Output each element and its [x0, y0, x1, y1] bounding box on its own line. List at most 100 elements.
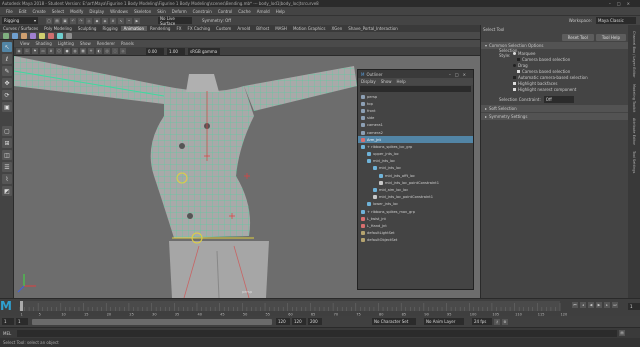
menu-control[interactable]: Control	[218, 9, 232, 14]
viewport-menu-lighting[interactable]: Lighting	[58, 41, 74, 46]
snap-grid-icon[interactable]: #	[110, 17, 116, 24]
image-plane-icon[interactable]: ▭	[40, 48, 46, 54]
menu-select[interactable]: Select	[52, 9, 64, 14]
current-frame-field[interactable]: 1	[628, 303, 640, 310]
outliner-item[interactable]: + ribbons_spikes_mov_grp	[358, 208, 473, 215]
menu-arnold[interactable]: Arnold	[257, 9, 270, 14]
outliner-item[interactable]: mid_aim_loc_loc	[358, 186, 473, 193]
menu-modify[interactable]: Modify	[70, 9, 83, 14]
step-back-icon[interactable]: ◂	[580, 302, 586, 308]
live-surface-field[interactable]: No Live Surface	[158, 16, 192, 26]
anim-start-field[interactable]: 1	[2, 318, 14, 325]
go-to-end-icon[interactable]: ⏭	[612, 302, 618, 308]
keyframe-icon[interactable]	[3, 32, 9, 39]
menu-constrain[interactable]: Constrain	[193, 9, 212, 14]
shelf-tab[interactable]: Sculpting	[75, 26, 100, 31]
viewport-menu-view[interactable]: View	[20, 41, 30, 46]
anim-end-field[interactable]: 120	[292, 318, 306, 325]
viewport-menu-renderer[interactable]: Renderer	[97, 41, 115, 46]
viewport-menu-panels[interactable]: Panels	[121, 41, 134, 46]
hypershade-layout-icon[interactable]: ◩	[2, 186, 12, 196]
viewport-menu-show[interactable]: Show	[80, 41, 91, 46]
menu-deform[interactable]: Deform	[172, 9, 187, 14]
grid-icon[interactable]: #	[48, 48, 54, 54]
side-tab[interactable]: Channel Box / Layer Editor	[632, 31, 636, 78]
textured-icon[interactable]: ▦	[80, 48, 86, 54]
outliner-item[interactable]: + ribbons_spikes_loc_grp	[358, 143, 473, 150]
new-scene-icon[interactable]: ▢	[46, 17, 52, 24]
shelf-tab[interactable]: Poly Modeling	[41, 26, 75, 31]
command-language-label[interactable]: MEL	[3, 331, 17, 336]
menu-file[interactable]: File	[6, 9, 13, 14]
selection-option-checkbox[interactable]: Highlight nearest component	[505, 86, 628, 92]
window-controls[interactable]: –□×	[609, 1, 636, 6]
wireframe-on-shaded-icon[interactable]: ◍	[72, 48, 78, 54]
smooth-shade-icon[interactable]: ●	[64, 48, 70, 54]
xray-icon[interactable]: ◌	[112, 48, 118, 54]
exposure-field[interactable]: 0.00	[146, 47, 164, 55]
menu-edit[interactable]: Edit	[19, 9, 27, 14]
four-view-layout-icon[interactable]: ⊞	[2, 138, 12, 148]
wireframe-icon[interactable]: ⬡	[56, 48, 62, 54]
symmetry-settings-section[interactable]: ▸ Symmetry Settings	[481, 113, 628, 120]
playback-end-field[interactable]: 120	[276, 318, 290, 325]
graph-editor-icon[interactable]	[12, 32, 18, 39]
reset-tool-button[interactable]: Reset Tool	[561, 33, 594, 41]
command-input[interactable]	[17, 329, 617, 337]
selection-constraint-dropdown[interactable]: Off	[543, 95, 574, 103]
outliner-item[interactable]: persp	[358, 93, 473, 100]
outliner-item[interactable]: mid_jnts_loc_pointConstraint1	[358, 179, 473, 186]
shelf-tab[interactable]: Animation	[120, 26, 148, 31]
viewport-menu-shading[interactable]: Shading	[36, 41, 52, 46]
ghost-icon[interactable]	[48, 32, 54, 39]
isolate-icon[interactable]: ◇	[120, 48, 126, 54]
lock-camera-icon[interactable]: ⚿	[24, 48, 30, 54]
outliner-item[interactable]: mid_jnts_loc	[358, 158, 473, 165]
redo-icon[interactable]: ↷	[78, 17, 84, 24]
undo-icon[interactable]: ↶	[70, 17, 76, 24]
shelf-tab[interactable]: Rendering	[147, 26, 173, 31]
menu-create[interactable]: Create	[32, 9, 45, 14]
range-slider-bar[interactable]	[32, 318, 272, 325]
ao-icon[interactable]: ◎	[104, 48, 110, 54]
set-key-icon[interactable]	[66, 32, 72, 39]
anim-layer-dropdown[interactable]: No Anim Layer	[424, 318, 464, 325]
open-scene-icon[interactable]: ▤	[54, 17, 60, 24]
shelf-tab[interactable]: Bifrost	[253, 26, 272, 31]
outliner-search-input[interactable]	[360, 86, 471, 92]
graph-layout-icon[interactable]: ⌇	[2, 174, 12, 184]
max-end-field[interactable]: 200	[308, 318, 322, 325]
menu-cache[interactable]: Cache	[238, 9, 250, 14]
paint-select-icon[interactable]: ✎	[2, 66, 12, 76]
timeline-track[interactable]	[20, 301, 560, 311]
tool-help-button[interactable]: Tool Help	[595, 33, 626, 41]
outliner-menu-show[interactable]: Show	[381, 79, 392, 84]
select-object-icon[interactable]: ◆	[94, 17, 100, 24]
lights-icon[interactable]: ☀	[88, 48, 94, 54]
shelf-tab[interactable]: Curves / Surfaces	[0, 26, 41, 31]
shelf-tab[interactable]: Motion Graphics	[290, 26, 329, 31]
side-tab[interactable]: Modeling Toolkit	[632, 84, 636, 112]
shelf-tab[interactable]: XGen	[328, 26, 345, 31]
outliner-item[interactable]: side	[358, 115, 473, 122]
soft-selection-section[interactable]: ▸ Soft Selection	[481, 105, 628, 112]
gamma-value-field[interactable]: 1.00	[167, 47, 185, 55]
shelf-tab[interactable]: FX	[173, 26, 184, 31]
outliner-menu-help[interactable]: Help	[397, 79, 406, 84]
outliner-item[interactable]: mid_jnts_loc_pointConstraint1	[358, 194, 473, 201]
select-hierarchy-icon[interactable]: ◇	[86, 17, 92, 24]
save-scene-icon[interactable]: ▣	[62, 17, 68, 24]
camera-icon[interactable]: ◉	[16, 48, 22, 54]
shelf-tab[interactable]: FX Caching	[185, 26, 213, 31]
outliner-item[interactable]: camera2	[358, 129, 473, 136]
shelf-tab[interactable]: Rigging	[99, 26, 120, 31]
playblast-icon[interactable]	[57, 32, 63, 39]
outliner-item[interactable]: upper_jnts_loc	[358, 151, 473, 158]
trax-icon[interactable]	[30, 32, 36, 39]
current-frame-marker[interactable]	[20, 301, 23, 311]
snap-point-icon[interactable]: •	[126, 17, 132, 24]
shelf-tab[interactable]: MASH	[272, 26, 290, 31]
bookmark-icon[interactable]: ⚑	[32, 48, 38, 54]
snap-curve-icon[interactable]: ∿	[118, 17, 124, 24]
shelf-tab[interactable]: Arnold	[234, 26, 253, 31]
